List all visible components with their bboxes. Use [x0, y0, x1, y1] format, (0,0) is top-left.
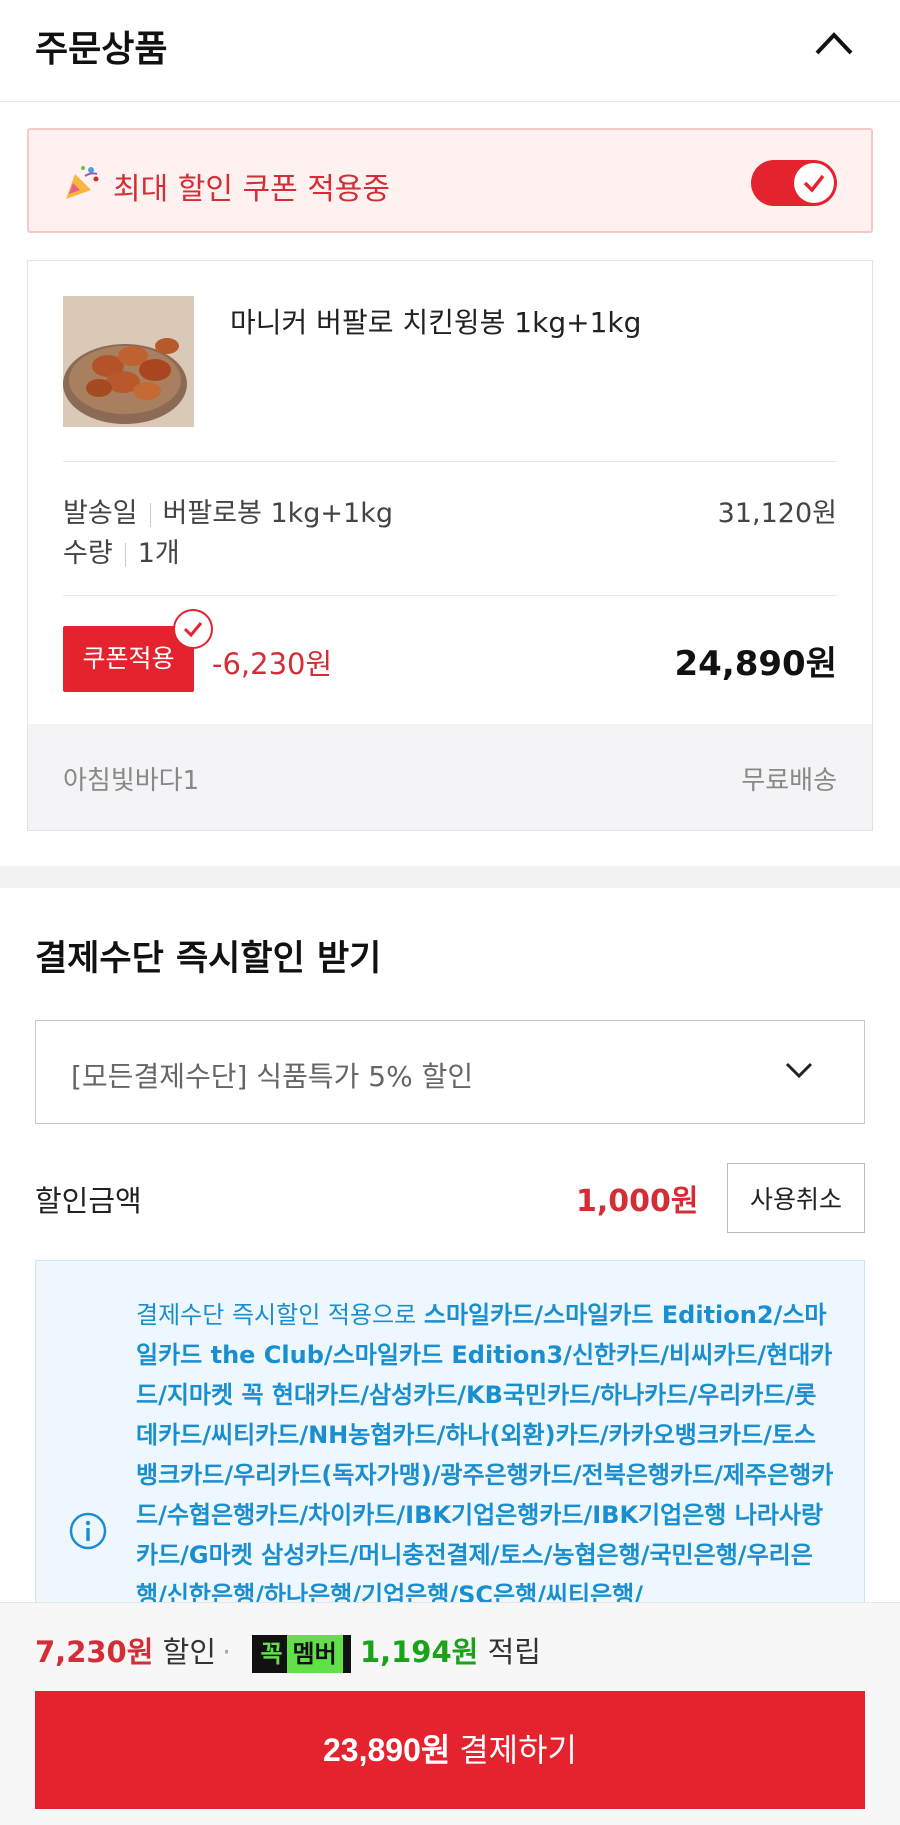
shipping-fee: 무료배송: [741, 766, 837, 796]
discount-amount: 1,000원: [576, 1184, 699, 1219]
product-name[interactable]: 마니커 버팔로 치킨윙봉 1kg+1kg: [230, 301, 641, 341]
discount-word: 할인: [162, 1635, 217, 1669]
payment-info-text: 결제수단 즉시할인 적용으로 스마일카드/스마일카드 Edition2/스마일카…: [136, 1295, 836, 1615]
section-gap: [0, 866, 900, 888]
points-word: 적립: [487, 1635, 541, 1669]
seller-name[interactable]: 아침빛바다1: [63, 760, 199, 797]
coupon-discount: -6,230원: [212, 647, 333, 681]
option-row: 발송일 버팔로봉 1kg+1kg: [63, 491, 393, 530]
separator-dot: ·: [222, 1635, 232, 1669]
final-price: 24,890원: [674, 644, 837, 684]
coupon-banner-label: 최대 할인 쿠폰 적용중: [113, 172, 391, 207]
toggle-knob: [794, 163, 834, 203]
product-card: 마니커 버팔로 치킨윙봉 1kg+1kg 발송일 버팔로봉 1kg+1kg 수량 1…: [27, 260, 873, 831]
checkout-bar: 7,230원 할인 · 꼭 멤버 1,194원 적립 23,890원 결제하기: [0, 1602, 900, 1825]
coupon-check-icon: [173, 609, 213, 649]
divider: [63, 595, 837, 596]
discount-amount-label: 할인금액: [35, 1184, 142, 1218]
reward-points: 1,194원: [359, 1635, 479, 1669]
pay-button[interactable]: 23,890원 결제하기: [35, 1691, 865, 1809]
original-price: 31,120원: [717, 498, 837, 529]
option-value: 버팔로봉 1kg+1kg: [162, 498, 394, 529]
party-popper-icon: [66, 166, 99, 199]
qty-value: 1개: [137, 538, 180, 569]
info-prefix: 결제수단 즉시할인 적용으로: [136, 1301, 424, 1329]
smile-club-badge-icon: 꼭 멤버: [252, 1635, 351, 1673]
total-discount: 7,230원: [35, 1635, 154, 1669]
seller-bar: 아침빛바다1 무료배송: [28, 724, 872, 830]
chevron-up-icon[interactable]: [813, 28, 855, 58]
pay-amount: 23,890원: [323, 1732, 451, 1768]
check-icon: [803, 174, 825, 193]
divider: [63, 461, 837, 462]
pay-word: 결제하기: [459, 1732, 577, 1768]
order-items-header[interactable]: 주문상품: [0, 0, 900, 102]
info-icon: [69, 1512, 107, 1550]
ship-label: 발송일: [63, 498, 138, 529]
max-coupon-banner: 최대 할인 쿠폰 적용중: [27, 128, 873, 233]
badge-k: 꼭: [260, 1640, 283, 1668]
quantity-row: 수량 1개: [63, 531, 180, 570]
selected-discount: [모든결제수단] 식품특가 5% 할인: [71, 1060, 474, 1093]
coupon-toggle[interactable]: [751, 160, 837, 206]
product-image[interactable]: [63, 296, 194, 427]
payment-discount-title: 결제수단 즉시할인 받기: [35, 939, 382, 979]
info-card-list: 스마일카드/스마일카드 Edition2/스마일카드 the Club/스마일카…: [136, 1301, 834, 1609]
payment-info-box: 결제수단 즉시할인 적용으로 스마일카드/스마일카드 Edition2/스마일카…: [35, 1260, 865, 1625]
checkout-summary: 7,230원 할인 · 꼭 멤버 1,194원 적립: [35, 1629, 541, 1673]
qty-label: 수량: [63, 538, 113, 569]
chevron-down-icon: [785, 1062, 813, 1079]
badge-member: 멤버: [286, 1635, 343, 1673]
order-items-title: 주문상품: [35, 29, 168, 70]
cancel-use-button[interactable]: 사용취소: [727, 1163, 865, 1233]
payment-discount-select[interactable]: [모든결제수단] 식품특가 5% 할인: [35, 1020, 865, 1124]
